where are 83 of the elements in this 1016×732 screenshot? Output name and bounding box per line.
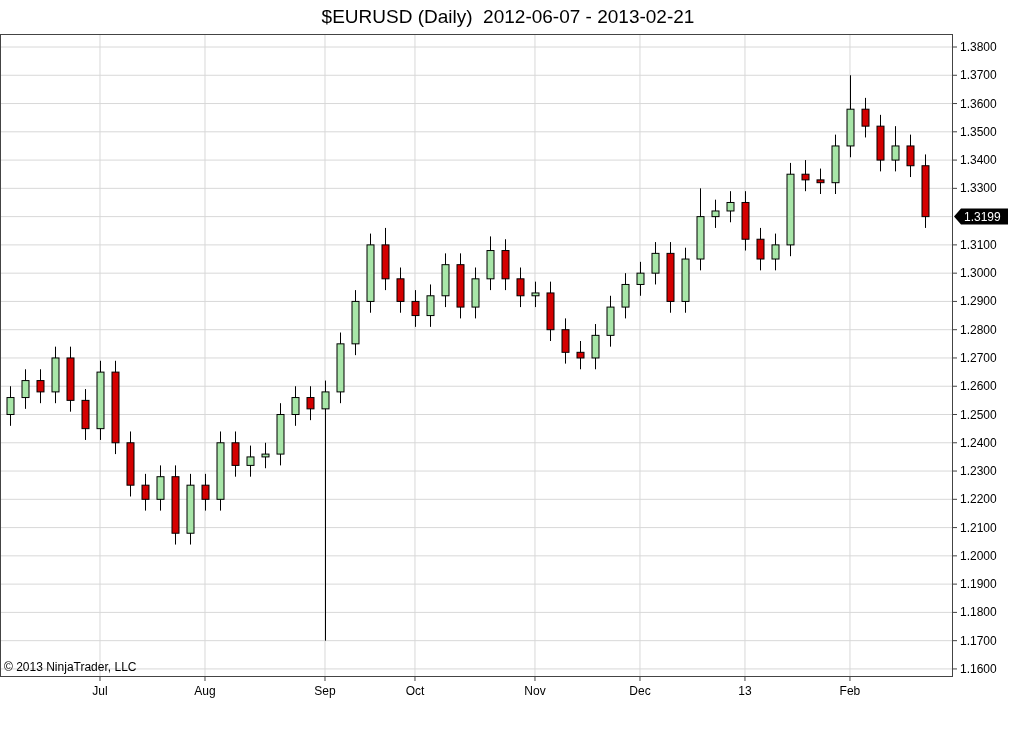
candlestick	[261, 442, 270, 469]
axis-tick-label: Nov	[524, 684, 546, 698]
axis-tick-label: 1.2800	[960, 322, 997, 337]
chart-title: $EURUSD (Daily) 2012-06-07 - 2013-02-21	[321, 6, 695, 28]
candlestick	[621, 272, 630, 319]
axis-tick-label: Jul	[92, 684, 108, 698]
candlestick	[156, 464, 165, 512]
candlestick	[711, 199, 720, 229]
candlestick	[531, 281, 540, 308]
candlestick	[411, 289, 420, 328]
axis-tick-label: 1.1600	[960, 661, 997, 676]
candlestick	[831, 134, 840, 195]
copyright-text: © 2013 NinjaTrader, LLC	[4, 660, 137, 674]
candlestick	[66, 346, 75, 413]
candlestick	[891, 125, 900, 172]
candlestick	[381, 227, 390, 291]
candlestick	[516, 267, 525, 308]
candlestick	[36, 368, 45, 404]
candlestick	[126, 430, 135, 497]
axis-tick-label: 1.2400	[960, 435, 997, 450]
axis-tick-label: 1.2900	[960, 294, 997, 309]
axis-tick-label: 1.3500	[960, 124, 997, 139]
axis-tick-label: 1.1900	[960, 577, 997, 592]
axis-tick-label: Dec	[629, 684, 651, 698]
axis-tick-label: Sep	[314, 684, 336, 698]
candlestick	[861, 97, 870, 138]
candlestick	[81, 388, 90, 441]
candlestick	[441, 252, 450, 308]
candlestick	[876, 114, 885, 172]
candlestick	[816, 168, 825, 195]
axis-tick-label: 1.3700	[960, 68, 997, 83]
candlestick	[801, 159, 810, 192]
axis-tick-label: 1.2000	[960, 548, 997, 563]
candlestick	[756, 227, 765, 271]
candlestick	[486, 235, 495, 291]
axis-tick-label: 1.3600	[960, 96, 997, 111]
candlestick	[771, 233, 780, 271]
axis-tick-label: 1.2300	[960, 464, 997, 479]
candlestick	[726, 190, 735, 223]
axis-tick-label: Feb	[839, 684, 861, 698]
axis-tick-label: 1.3400	[960, 153, 997, 168]
axis-tick-label: 1.2700	[960, 350, 997, 365]
candlestick	[141, 473, 150, 512]
axis-tick-label: 1.3300	[960, 181, 997, 196]
candlestick	[396, 267, 405, 314]
candlestick	[546, 281, 555, 342]
axis-tick-label: 1.3100	[960, 237, 997, 252]
axis-tick-label: 1.2100	[960, 520, 997, 535]
candlestick	[336, 332, 345, 404]
candlestick	[576, 340, 585, 370]
candlestick	[426, 283, 435, 328]
candlestick	[276, 402, 285, 466]
candlestick	[741, 190, 750, 252]
last-price-label: 1.3199	[954, 208, 1008, 225]
axis-tick-label: 1.3800	[960, 40, 997, 54]
candlestick	[906, 134, 915, 178]
candlestick	[21, 368, 30, 410]
candlestick	[351, 289, 360, 356]
candlestick	[51, 346, 60, 404]
candlestick	[501, 238, 510, 291]
candlestick	[471, 267, 480, 319]
axis-tick-label: 1.3000	[960, 266, 997, 281]
candlestick	[636, 261, 645, 297]
candlestick	[561, 317, 570, 365]
candlestick	[681, 247, 690, 314]
axis-tick-label: 1.2500	[960, 407, 997, 422]
candlestick	[591, 323, 600, 370]
axis-tick-label: Aug	[194, 684, 216, 698]
candlestick	[306, 385, 315, 421]
candlestick	[6, 385, 15, 427]
axis-tick-label: 1.1800	[960, 605, 997, 620]
candlestick	[231, 430, 240, 478]
candlestick	[201, 473, 210, 512]
axis-tick-label: 1.2200	[960, 492, 997, 507]
axis-tick-label: Oct	[405, 684, 425, 698]
candlestick	[291, 385, 300, 427]
candlestick	[456, 252, 465, 319]
axis-tick-label: 13	[738, 684, 752, 698]
candlestick	[651, 241, 660, 285]
candlestick	[606, 295, 615, 348]
axis-tick-label: 1.1700	[960, 633, 997, 648]
axis-tick-label: 1.2600	[960, 379, 997, 394]
candlestick	[246, 445, 255, 478]
